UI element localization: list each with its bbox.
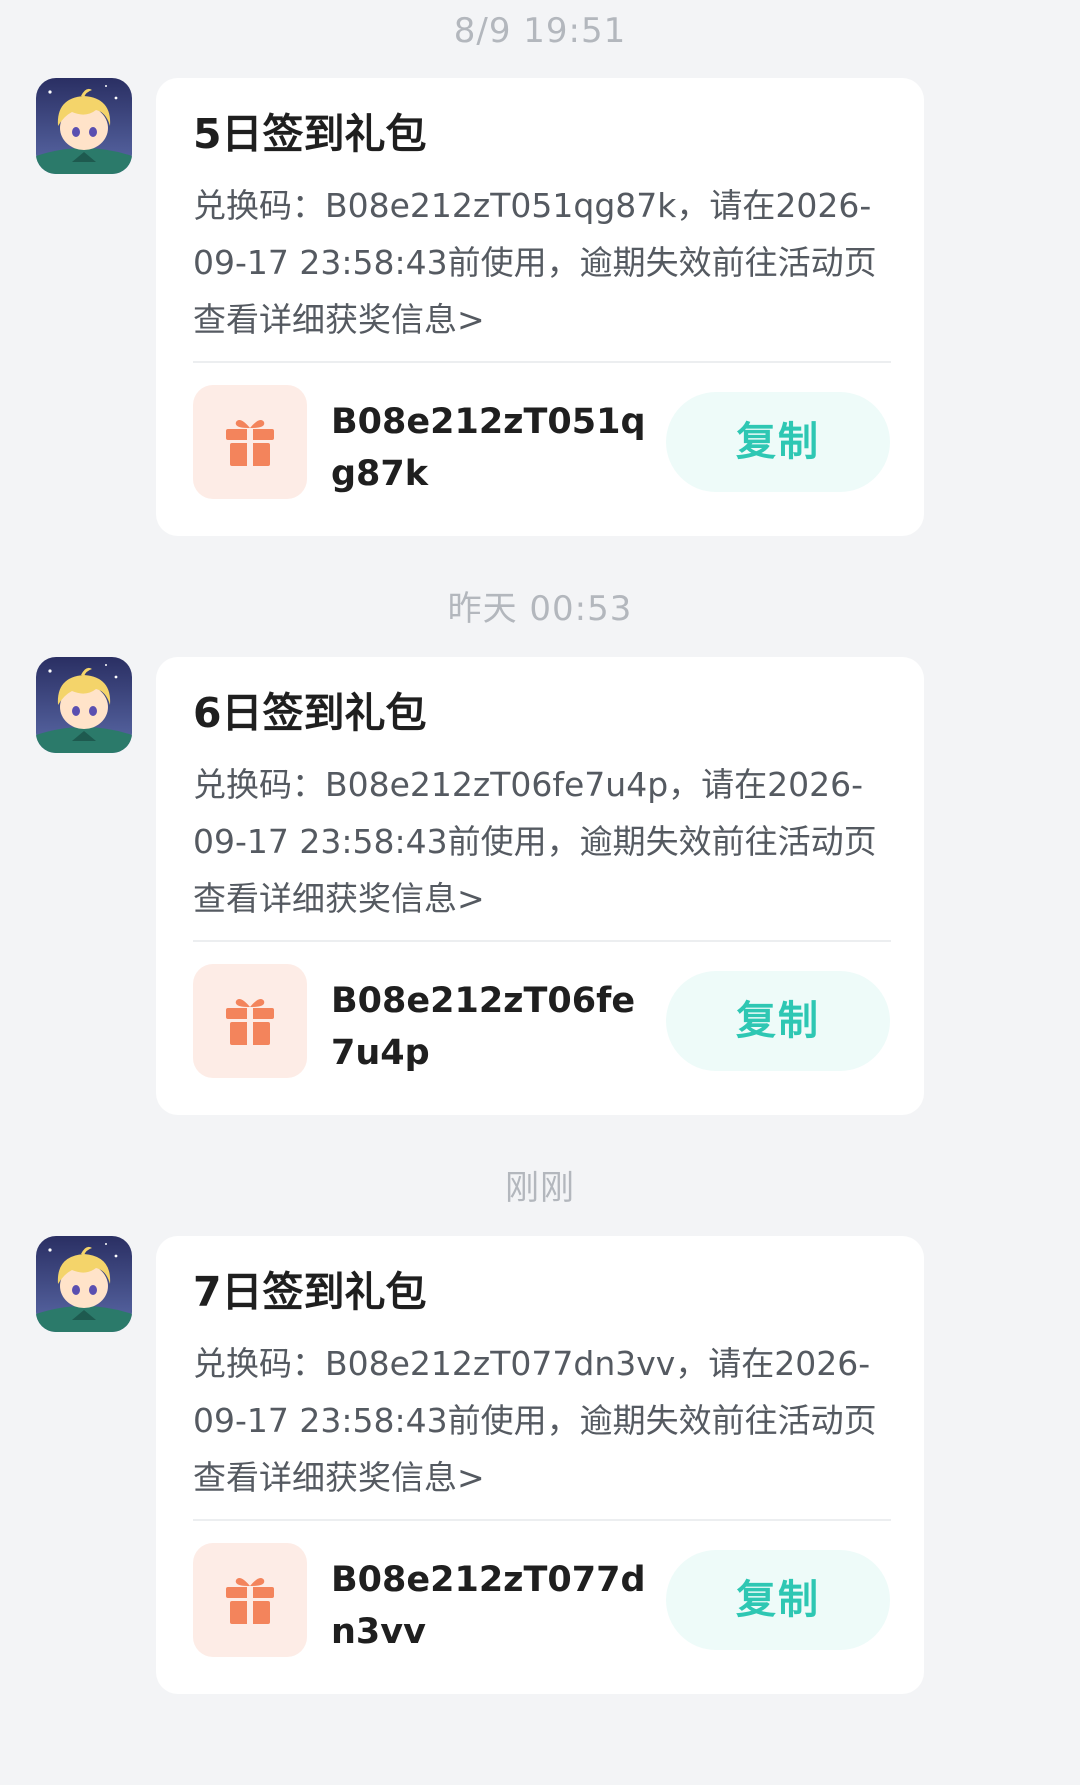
card-body: 兑换码：B08e212zT051qg87k，请在2026-09-17 23:58… [193,177,893,348]
message-timestamp: 8/9 19:51 [453,11,627,51]
gift-message-card: 6日签到礼包 兑换码：B08e212zT06fe7u4p，请在2026-09-1… [156,657,924,1115]
redeem-code: B08e212zT06fe7u4p [331,981,636,1073]
message-timestamp: 昨天 00:53 [447,589,633,629]
redeem-code: B08e212zT051qg87k [331,402,646,494]
copy-button[interactable]: 复制 [666,1550,890,1650]
card-body-text: 兑换码：B08e212zT06fe7u4p，请在2026-09-17 23:58… [193,765,864,861]
gift-icon [226,1578,274,1624]
card-title: 5日签到礼包 [193,110,427,158]
message-timestamp: 刚刚 [505,1168,575,1208]
sender-avatar-icon[interactable] [36,1236,132,1332]
gift-message-card: 7日签到礼包 兑换码：B08e212zT077dn3vv，请在2026-09-1… [156,1236,924,1694]
gift-icon-box [193,964,307,1078]
card-divider [193,1519,891,1521]
card-body: 兑换码：B08e212zT077dn3vv，请在2026-09-17 23:58… [193,1335,893,1506]
redeem-code: B08e212zT077dn3vv [331,1560,646,1652]
gift-icon [226,420,274,466]
copy-button[interactable]: 复制 [666,971,890,1071]
card-title: 7日签到礼包 [193,1268,427,1316]
card-divider [193,940,891,942]
card-body: 兑换码：B08e212zT06fe7u4p，请在2026-09-17 23:58… [193,756,893,927]
card-divider [193,361,891,363]
sender-avatar-icon[interactable] [36,657,132,753]
card-body-text: 兑换码：B08e212zT051qg87k，请在2026-09-17 23:58… [193,186,872,282]
copy-button[interactable]: 复制 [666,392,890,492]
sender-avatar-icon[interactable] [36,78,132,174]
card-body-text: 兑换码：B08e212zT077dn3vv，请在2026-09-17 23:58… [193,1344,871,1440]
gift-icon-box [193,1543,307,1657]
gift-icon [226,999,274,1045]
gift-message-card: 5日签到礼包 兑换码：B08e212zT051qg87k，请在2026-09-1… [156,78,924,536]
card-title: 6日签到礼包 [193,689,427,737]
gift-icon-box [193,385,307,499]
